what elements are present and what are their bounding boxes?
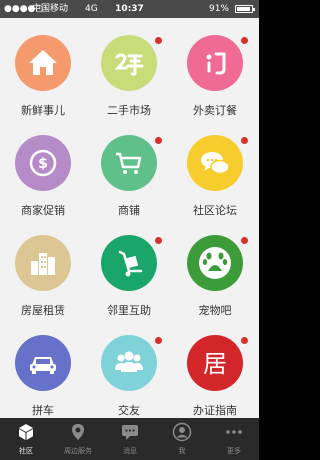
tile-label: 新鲜事儿 (21, 104, 65, 117)
message-icon (122, 425, 138, 440)
battery-icon (235, 5, 255, 13)
tile-make-friends[interactable]: 交友 (86, 318, 172, 426)
chat-bubbles-icon (187, 135, 243, 191)
tile-carpool[interactable]: 拼车 (0, 318, 86, 426)
tile-label: 二手市场 (107, 104, 151, 117)
notification-dot (155, 137, 162, 144)
notification-dot (155, 37, 162, 44)
tile-certificate-guide[interactable]: 居 办证指南 (172, 318, 258, 426)
takeout-icon (187, 35, 243, 91)
tile-merchant-promotion[interactable]: $ 商家促销 (0, 118, 86, 226)
tab-label: 社区 (19, 447, 33, 455)
tile-shops[interactable]: 商铺 (86, 118, 172, 226)
tile-label: 外卖订餐 (193, 104, 237, 117)
tab-me[interactable]: 我 (156, 418, 208, 460)
tile-label: 宠物吧 (198, 304, 232, 317)
tab-community[interactable]: 社区 (0, 418, 52, 460)
tab-label: 消息 (123, 447, 137, 455)
tile-neighbor-help[interactable]: 邻里互助 (86, 218, 172, 326)
status-bar: ●●●●○ 中国移动 4G 10:37 91% (0, 0, 259, 18)
notification-dot (241, 337, 248, 344)
tile-label: 房屋租赁 (21, 304, 65, 317)
buildings-icon (15, 235, 71, 291)
tile-label: 交友 (118, 404, 140, 417)
notification-dot (155, 237, 162, 244)
notification-dot (241, 137, 248, 144)
tile-label: 商家促销 (21, 204, 65, 217)
tile-label: 办证指南 (193, 404, 237, 417)
tile-pets[interactable]: 宠物吧 (172, 218, 258, 326)
tile-fresh-news[interactable]: 新鲜事儿 (0, 18, 86, 126)
tile-label: 商铺 (118, 204, 140, 217)
bottom-tab-bar: 社区 周边服务 消息 我 更多 (0, 418, 259, 460)
ju-character-icon: 居 (187, 335, 243, 391)
location-pin-icon (72, 424, 84, 440)
notification-dot (155, 337, 162, 344)
svg-text:居: 居 (203, 350, 227, 378)
tab-nearby-services[interactable]: 周边服务 (52, 418, 104, 460)
tile-community-forum[interactable]: 社区论坛 (172, 118, 258, 226)
shopping-cart-icon (101, 135, 157, 191)
tab-messages[interactable]: 消息 (104, 418, 156, 460)
tile-takeout[interactable]: 外卖订餐 (172, 18, 258, 126)
notification-dot (241, 37, 248, 44)
tile-label: 社区论坛 (193, 204, 237, 217)
secondhand-icon (101, 35, 157, 91)
community-cube-icon (19, 424, 33, 440)
tab-more[interactable]: 更多 (208, 418, 259, 460)
battery-percent: 91% (208, 4, 229, 14)
car-icon (15, 335, 71, 391)
dollar-coin-icon: $ (15, 135, 71, 191)
notification-dot (241, 237, 248, 244)
tile-label: 拼车 (32, 404, 54, 417)
house-icon (15, 35, 71, 91)
user-icon (172, 422, 192, 442)
hand-truck-icon (101, 235, 157, 291)
more-dots-icon (226, 430, 242, 434)
tile-label: 邻里互助 (107, 304, 151, 317)
tile-housing-rental[interactable]: 房屋租赁 (0, 218, 86, 326)
people-icon (101, 335, 157, 391)
paw-icon (187, 235, 243, 291)
tab-label: 更多 (227, 447, 241, 455)
tab-label: 我 (178, 447, 186, 455)
phone-screen: ●●●●○ 中国移动 4G 10:37 91% 新鲜事儿 二手市场 外卖订餐 $… (0, 0, 259, 460)
tile-secondhand-market[interactable]: 二手市场 (86, 18, 172, 126)
feature-grid: 新鲜事儿 二手市场 外卖订餐 $ 商家促销 商铺 社区论坛 房屋租赁 邻里互助 … (0, 18, 259, 418)
tab-label: 周边服务 (64, 447, 92, 455)
svg-text:$: $ (38, 156, 48, 172)
